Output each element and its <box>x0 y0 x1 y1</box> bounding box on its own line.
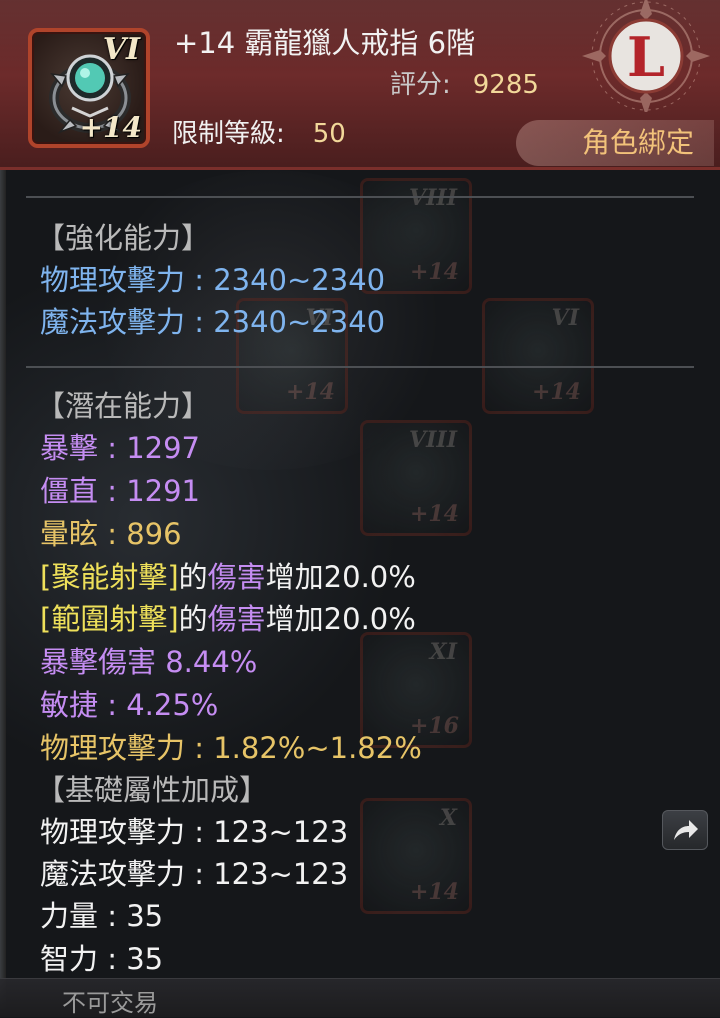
potential-stat: 暈眩 : 896 <box>40 517 182 551</box>
share-arrow-icon <box>674 820 698 840</box>
level-label: 限制等級: <box>172 119 285 149</box>
enhance-stat: 物理攻擊力 : 2340~2340 <box>40 263 386 297</box>
potential-stat: 暴擊 : 1297 <box>40 431 201 465</box>
section-title-enhance: 【強化能力】 <box>36 221 211 255</box>
divider <box>26 196 694 198</box>
rank-emblem-icon: L <box>582 0 710 112</box>
tooltip-footer: 不可交易 <box>0 978 720 1017</box>
tier-badge: VI <box>102 32 140 67</box>
enhance-stat: 魔法攻擊力 : 2340~2340 <box>40 305 386 339</box>
skill-target: 傷害 <box>207 602 266 636</box>
potential-stat: 物理攻擊力 : 1.82%~1.82% <box>40 731 422 765</box>
base-stat: 物理攻擊力 : 123~123 <box>40 815 349 849</box>
skill-target: 傷害 <box>207 560 266 594</box>
skill-of: 的 <box>178 560 208 594</box>
level-value: 50 <box>312 119 346 149</box>
potential-stat: 僵直 : 1291 <box>40 474 201 508</box>
tooltip-header: VI +14 +14 霸龍獵人戒指 6階 評分: 9285 限制等級: 50 L 角… <box>0 0 720 170</box>
skill-bonus-line: [聚能射擊]的傷害增加20.0% <box>40 559 416 595</box>
base-stat: 魔法攻擊力 : 123~123 <box>40 857 349 891</box>
skill-effect: 增加20.0% <box>265 602 416 636</box>
divider <box>26 366 694 368</box>
score-label: 評分: <box>390 70 451 100</box>
base-stat: 智力 : 35 <box>40 942 164 976</box>
rank-letter: L <box>627 25 665 89</box>
potential-stat: 暴擊傷害 8.44% <box>40 645 258 679</box>
item-icon-slot: VI +14 <box>28 28 150 148</box>
skill-name: [聚能射擊] <box>40 560 179 594</box>
skill-of: 的 <box>178 602 208 636</box>
bind-status-badge: 角色綁定 <box>516 120 714 166</box>
section-title-base: 【基礎屬性加成】 <box>36 773 269 807</box>
tooltip-body: 【強化能力】 物理攻擊力 : 2340~2340 魔法攻擊力 : 2340~23… <box>0 170 720 1017</box>
base-stat: 力量 : 35 <box>40 899 164 933</box>
share-button[interactable] <box>662 810 708 850</box>
skill-bonus-line: [範圍射擊]的傷害增加20.0% <box>40 601 416 637</box>
section-title-potential: 【潛在能力】 <box>36 389 211 423</box>
potential-stat: 敏捷 : 4.25% <box>40 688 219 722</box>
gear-score: 評分: 9285 <box>390 64 539 101</box>
scroll-rail <box>0 170 6 1016</box>
skill-name: [範圍射擊] <box>40 602 179 636</box>
skill-effect: 增加20.0% <box>265 560 416 594</box>
score-value: 9285 <box>472 70 539 100</box>
enhance-badge: +14 <box>79 111 142 144</box>
trade-status: 不可交易 <box>62 989 158 1017</box>
level-requirement: 限制等級: 50 <box>172 113 346 150</box>
item-name: +14 霸龍獵人戒指 6階 <box>174 26 476 60</box>
